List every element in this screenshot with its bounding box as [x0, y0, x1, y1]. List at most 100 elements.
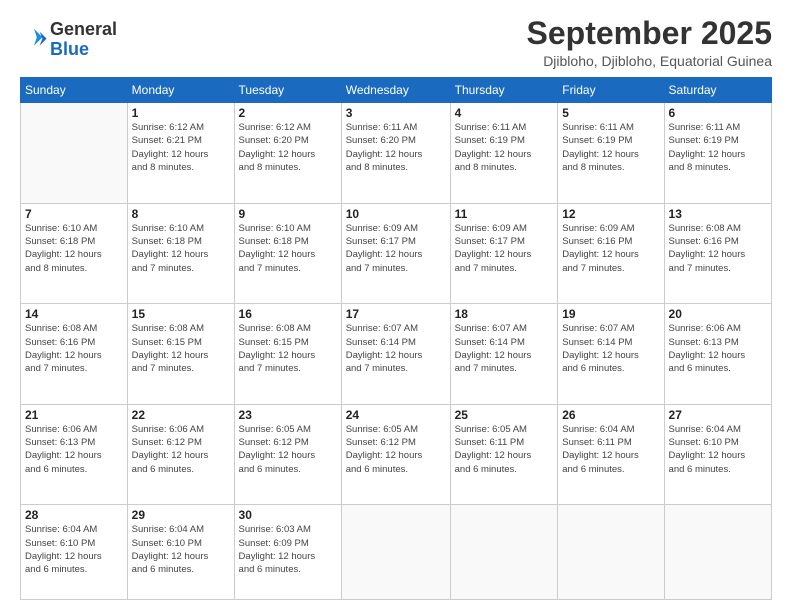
day-info: Sunrise: 6:04 AMSunset: 6:11 PMDaylight:…: [562, 423, 659, 476]
day-info: Sunrise: 6:10 AMSunset: 6:18 PMDaylight:…: [239, 222, 337, 275]
calendar-cell: [664, 505, 771, 600]
day-info: Sunrise: 6:05 AMSunset: 6:12 PMDaylight:…: [346, 423, 446, 476]
header: General Blue September 2025 Djibloho, Dj…: [20, 16, 772, 69]
calendar-cell: [21, 103, 128, 204]
day-info: Sunrise: 6:04 AMSunset: 6:10 PMDaylight:…: [132, 523, 230, 576]
calendar-cell: 2Sunrise: 6:12 AMSunset: 6:20 PMDaylight…: [234, 103, 341, 204]
day-info: Sunrise: 6:03 AMSunset: 6:09 PMDaylight:…: [239, 523, 337, 576]
calendar-cell: 29Sunrise: 6:04 AMSunset: 6:10 PMDayligh…: [127, 505, 234, 600]
calendar-cell: 1Sunrise: 6:12 AMSunset: 6:21 PMDaylight…: [127, 103, 234, 204]
day-number: 4: [455, 106, 554, 120]
day-number: 23: [239, 408, 337, 422]
calendar-cell: 13Sunrise: 6:08 AMSunset: 6:16 PMDayligh…: [664, 203, 771, 304]
day-info: Sunrise: 6:11 AMSunset: 6:19 PMDaylight:…: [455, 121, 554, 174]
calendar-header-tuesday: Tuesday: [234, 78, 341, 103]
calendar-cell: 16Sunrise: 6:08 AMSunset: 6:15 PMDayligh…: [234, 304, 341, 405]
day-number: 15: [132, 307, 230, 321]
day-info: Sunrise: 6:08 AMSunset: 6:15 PMDaylight:…: [132, 322, 230, 375]
day-info: Sunrise: 6:07 AMSunset: 6:14 PMDaylight:…: [346, 322, 446, 375]
calendar-cell: 5Sunrise: 6:11 AMSunset: 6:19 PMDaylight…: [558, 103, 664, 204]
calendar-cell: 24Sunrise: 6:05 AMSunset: 6:12 PMDayligh…: [341, 404, 450, 505]
day-info: Sunrise: 6:08 AMSunset: 6:16 PMDaylight:…: [669, 222, 767, 275]
calendar-cell: 4Sunrise: 6:11 AMSunset: 6:19 PMDaylight…: [450, 103, 558, 204]
day-info: Sunrise: 6:09 AMSunset: 6:17 PMDaylight:…: [346, 222, 446, 275]
logo-icon: [20, 26, 48, 54]
day-number: 25: [455, 408, 554, 422]
day-number: 17: [346, 307, 446, 321]
day-number: 18: [455, 307, 554, 321]
day-info: Sunrise: 6:12 AMSunset: 6:20 PMDaylight:…: [239, 121, 337, 174]
day-info: Sunrise: 6:12 AMSunset: 6:21 PMDaylight:…: [132, 121, 230, 174]
day-info: Sunrise: 6:11 AMSunset: 6:20 PMDaylight:…: [346, 121, 446, 174]
calendar-cell: 25Sunrise: 6:05 AMSunset: 6:11 PMDayligh…: [450, 404, 558, 505]
day-number: 3: [346, 106, 446, 120]
day-number: 6: [669, 106, 767, 120]
calendar-header-sunday: Sunday: [21, 78, 128, 103]
calendar-cell: 11Sunrise: 6:09 AMSunset: 6:17 PMDayligh…: [450, 203, 558, 304]
day-number: 26: [562, 408, 659, 422]
day-info: Sunrise: 6:09 AMSunset: 6:17 PMDaylight:…: [455, 222, 554, 275]
calendar-cell: 14Sunrise: 6:08 AMSunset: 6:16 PMDayligh…: [21, 304, 128, 405]
day-number: 8: [132, 207, 230, 221]
day-number: 2: [239, 106, 337, 120]
calendar-week-row: 21Sunrise: 6:06 AMSunset: 6:13 PMDayligh…: [21, 404, 772, 505]
calendar-week-row: 28Sunrise: 6:04 AMSunset: 6:10 PMDayligh…: [21, 505, 772, 600]
day-info: Sunrise: 6:08 AMSunset: 6:15 PMDaylight:…: [239, 322, 337, 375]
calendar-cell: 23Sunrise: 6:05 AMSunset: 6:12 PMDayligh…: [234, 404, 341, 505]
calendar-header-friday: Friday: [558, 78, 664, 103]
calendar-cell: [450, 505, 558, 600]
calendar-cell: 21Sunrise: 6:06 AMSunset: 6:13 PMDayligh…: [21, 404, 128, 505]
calendar-cell: [341, 505, 450, 600]
calendar-header-saturday: Saturday: [664, 78, 771, 103]
calendar-cell: 12Sunrise: 6:09 AMSunset: 6:16 PMDayligh…: [558, 203, 664, 304]
day-number: 30: [239, 508, 337, 522]
calendar-cell: 3Sunrise: 6:11 AMSunset: 6:20 PMDaylight…: [341, 103, 450, 204]
calendar-header-thursday: Thursday: [450, 78, 558, 103]
calendar-cell: 9Sunrise: 6:10 AMSunset: 6:18 PMDaylight…: [234, 203, 341, 304]
calendar-cell: 18Sunrise: 6:07 AMSunset: 6:14 PMDayligh…: [450, 304, 558, 405]
day-number: 10: [346, 207, 446, 221]
calendar-cell: 28Sunrise: 6:04 AMSunset: 6:10 PMDayligh…: [21, 505, 128, 600]
day-info: Sunrise: 6:10 AMSunset: 6:18 PMDaylight:…: [132, 222, 230, 275]
day-number: 28: [25, 508, 123, 522]
calendar-cell: 17Sunrise: 6:07 AMSunset: 6:14 PMDayligh…: [341, 304, 450, 405]
day-info: Sunrise: 6:05 AMSunset: 6:11 PMDaylight:…: [455, 423, 554, 476]
day-info: Sunrise: 6:07 AMSunset: 6:14 PMDaylight:…: [562, 322, 659, 375]
day-number: 20: [669, 307, 767, 321]
day-number: 21: [25, 408, 123, 422]
day-info: Sunrise: 6:09 AMSunset: 6:16 PMDaylight:…: [562, 222, 659, 275]
calendar-week-row: 14Sunrise: 6:08 AMSunset: 6:16 PMDayligh…: [21, 304, 772, 405]
day-number: 27: [669, 408, 767, 422]
day-number: 29: [132, 508, 230, 522]
day-info: Sunrise: 6:04 AMSunset: 6:10 PMDaylight:…: [25, 523, 123, 576]
day-number: 5: [562, 106, 659, 120]
calendar-week-row: 1Sunrise: 6:12 AMSunset: 6:21 PMDaylight…: [21, 103, 772, 204]
day-info: Sunrise: 6:06 AMSunset: 6:12 PMDaylight:…: [132, 423, 230, 476]
day-info: Sunrise: 6:06 AMSunset: 6:13 PMDaylight:…: [669, 322, 767, 375]
calendar-cell: 7Sunrise: 6:10 AMSunset: 6:18 PMDaylight…: [21, 203, 128, 304]
month-title: September 2025: [527, 16, 772, 51]
day-number: 11: [455, 207, 554, 221]
calendar-cell: 30Sunrise: 6:03 AMSunset: 6:09 PMDayligh…: [234, 505, 341, 600]
calendar-header-row: SundayMondayTuesdayWednesdayThursdayFrid…: [21, 78, 772, 103]
calendar-cell: 20Sunrise: 6:06 AMSunset: 6:13 PMDayligh…: [664, 304, 771, 405]
logo-text: General Blue: [50, 20, 117, 60]
day-number: 19: [562, 307, 659, 321]
location-subtitle: Djibloho, Djibloho, Equatorial Guinea: [527, 53, 772, 69]
day-info: Sunrise: 6:10 AMSunset: 6:18 PMDaylight:…: [25, 222, 123, 275]
day-number: 9: [239, 207, 337, 221]
calendar-header-wednesday: Wednesday: [341, 78, 450, 103]
day-info: Sunrise: 6:11 AMSunset: 6:19 PMDaylight:…: [562, 121, 659, 174]
logo: General Blue: [20, 20, 117, 60]
calendar-cell: 19Sunrise: 6:07 AMSunset: 6:14 PMDayligh…: [558, 304, 664, 405]
day-number: 1: [132, 106, 230, 120]
calendar-cell: 8Sunrise: 6:10 AMSunset: 6:18 PMDaylight…: [127, 203, 234, 304]
calendar-cell: 27Sunrise: 6:04 AMSunset: 6:10 PMDayligh…: [664, 404, 771, 505]
day-info: Sunrise: 6:04 AMSunset: 6:10 PMDaylight:…: [669, 423, 767, 476]
calendar-header-monday: Monday: [127, 78, 234, 103]
calendar-table: SundayMondayTuesdayWednesdayThursdayFrid…: [20, 77, 772, 600]
calendar-cell: 6Sunrise: 6:11 AMSunset: 6:19 PMDaylight…: [664, 103, 771, 204]
title-block: September 2025 Djibloho, Djibloho, Equat…: [527, 16, 772, 69]
calendar-cell: 10Sunrise: 6:09 AMSunset: 6:17 PMDayligh…: [341, 203, 450, 304]
day-number: 14: [25, 307, 123, 321]
